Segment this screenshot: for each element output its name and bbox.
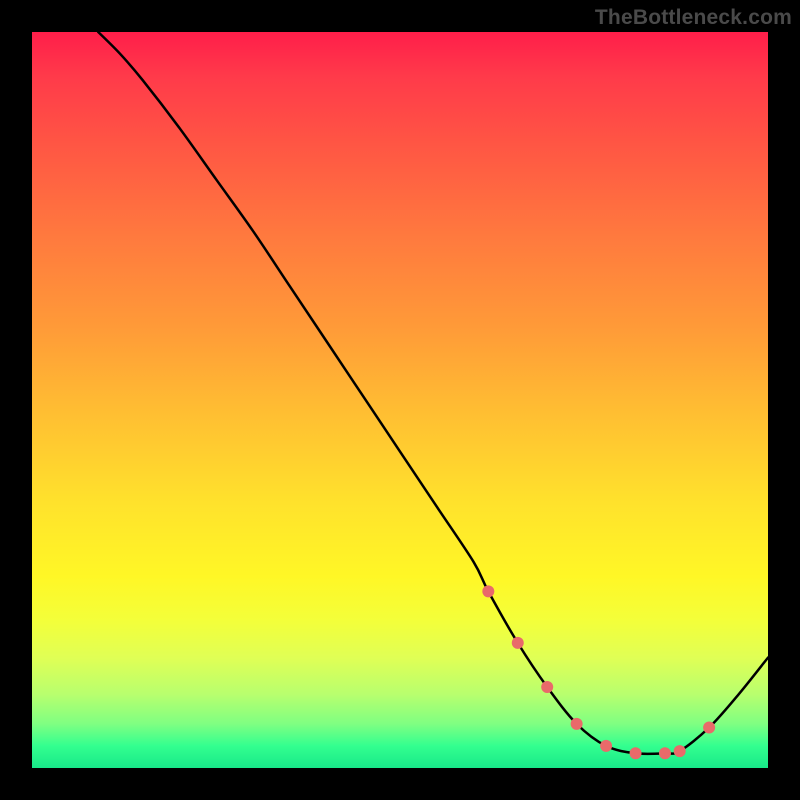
marker-dot <box>674 745 686 757</box>
marker-dot <box>512 637 524 649</box>
curve-markers <box>482 585 715 759</box>
marker-dot <box>541 681 553 693</box>
marker-dot <box>571 718 583 730</box>
marker-dot <box>600 740 612 752</box>
marker-dot <box>630 747 642 759</box>
plot-area <box>32 32 768 768</box>
marker-dot <box>482 585 494 597</box>
marker-dot <box>703 722 715 734</box>
chart-stage: TheBottleneck.com <box>0 0 800 800</box>
chart-svg <box>32 32 768 768</box>
marker-dot <box>659 747 671 759</box>
attribution-label: TheBottleneck.com <box>595 6 792 30</box>
bottleneck-curve <box>98 32 768 754</box>
